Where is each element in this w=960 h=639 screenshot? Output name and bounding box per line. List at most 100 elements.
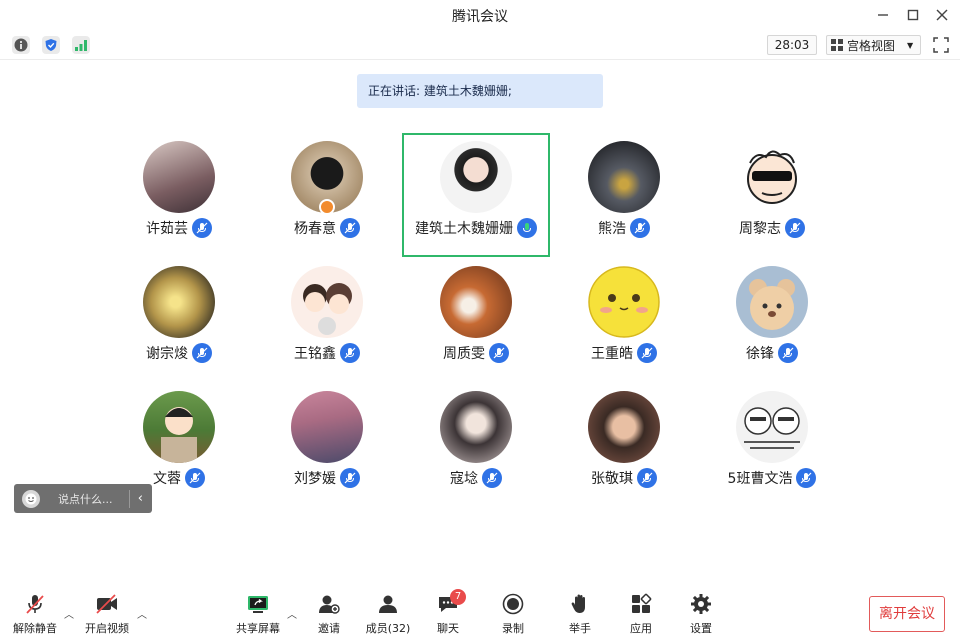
chat-label: 聊天 [437,622,459,635]
chevron-up-icon[interactable]: ︿ [137,606,147,621]
close-icon[interactable] [931,4,953,26]
fullscreen-icon[interactable] [932,36,950,54]
participant-tile[interactable]: 王铭鑫 [253,258,401,382]
participant-name: 建筑土木魏姗姗 [415,221,513,237]
avatar [291,391,363,463]
chat-placeholder[interactable]: 说点什么... [58,491,129,507]
meeting-window: 腾讯会议 28:03 宫格视图 ▼ 正在讲话: 建筑土木魏姗姗; 许茹芸 杨春意… [0,0,960,639]
participant-tile[interactable]: 杨春意 [253,133,401,257]
participant-name: 熊浩 [598,221,626,237]
participant-tile[interactable]: 周黎志 [698,133,846,257]
avatar [588,391,660,463]
participant-tile[interactable]: 谢宗焌 [105,258,253,382]
participant-tile-active-speaker[interactable]: 建筑土木魏姗姗 [402,133,550,257]
mic-muted-icon [192,343,212,363]
participant-tile[interactable]: 张敬琪 [550,383,698,507]
minimize-icon[interactable] [872,4,894,26]
mic-muted-icon [185,468,205,488]
participant-tile[interactable]: 许茹芸 [105,133,253,257]
speaking-banner: 正在讲话: 建筑土木魏姗姗; [357,74,603,108]
participant-tile[interactable]: 周质雯 [402,258,550,382]
info-icon[interactable] [12,36,30,54]
signal-icon[interactable] [72,36,90,54]
mic-off-icon [22,592,48,615]
share-screen-label: 共享屏幕 [236,622,280,635]
participant-name: 杨春意 [294,221,336,237]
participant-name: 谢宗焌 [146,346,188,362]
avatar [143,266,215,338]
participant-tile[interactable]: 寇埝 [402,383,550,507]
shield-icon[interactable] [42,36,60,54]
mic-muted-icon [340,218,360,238]
chevron-down-icon: ▼ [907,40,914,50]
record-button[interactable]: 录制 [485,592,541,636]
participant-tile[interactable]: 王重皓 [550,258,698,382]
gear-icon [688,592,714,615]
avatar [736,141,808,213]
avatar [736,266,808,338]
start-video-button[interactable]: 开启视频 [79,592,135,636]
mic-muted-icon [340,343,360,363]
participant-name: 张敬琪 [591,471,633,487]
participant-name: 刘梦媛 [294,471,336,487]
avatar [143,391,215,463]
unmute-button[interactable]: 解除静音 [7,592,63,636]
host-badge-icon [319,199,335,215]
chat-quick-input[interactable]: 说点什么... ‹ [14,484,152,513]
window-title: 腾讯会议 [452,9,508,25]
avatar [143,141,215,213]
apps-button[interactable]: 应用 [613,592,669,636]
top-toolbar: 28:03 宫格视图 ▼ [0,30,960,60]
mic-active-icon [517,218,537,238]
members-button[interactable]: 成员(32) [360,592,416,636]
camera-off-icon [94,592,120,615]
unread-badge: 7 [450,589,466,605]
avatar [291,266,363,338]
title-bar: 腾讯会议 [0,0,960,30]
view-mode-label: 宫格视图 [847,38,896,53]
mic-muted-icon [482,468,502,488]
participant-tile[interactable]: 刘梦媛 [253,383,401,507]
participant-tile[interactable]: 熊浩 [550,133,698,257]
start-video-label: 开启视频 [85,622,129,635]
mic-muted-icon [489,343,509,363]
raise-hand-button[interactable]: 举手 [552,592,608,636]
chevron-up-icon[interactable]: ︿ [64,606,74,621]
participant-name: 周质雯 [443,346,485,362]
participant-name: 5班曹文浩 [727,471,793,487]
divider [128,489,130,508]
mic-muted-icon [192,218,212,238]
participant-name: 文蓉 [153,471,181,487]
raise-hand-label: 举手 [569,622,591,635]
participant-name: 王铭鑫 [294,346,336,362]
mic-muted-icon [340,468,360,488]
leave-meeting-button[interactable]: 离开会议 [869,596,945,632]
avatar [588,141,660,213]
mic-muted-icon [778,343,798,363]
members-icon [375,592,401,615]
collapse-chevron-icon[interactable]: ‹ [138,491,143,506]
mic-muted-icon [637,343,657,363]
avatar [440,266,512,338]
invite-icon [316,592,342,615]
invite-button[interactable]: 邀请 [301,592,357,636]
chevron-up-icon[interactable]: ︿ [287,606,297,621]
hand-icon [567,592,593,615]
avatar [440,391,512,463]
participant-tile[interactable]: 5班曹文浩 [698,383,846,507]
mic-muted-icon [785,218,805,238]
share-screen-button[interactable]: 共享屏幕 [230,592,286,636]
maximize-icon[interactable] [902,4,924,26]
members-label: 成员(32) [365,622,411,635]
emoji-icon[interactable] [22,489,40,508]
mic-muted-icon [637,468,657,488]
chat-button[interactable]: 聊天 [420,592,476,636]
settings-button[interactable]: 设置 [673,592,729,636]
view-mode-select[interactable]: 宫格视图 ▼ [826,35,921,55]
apps-label: 应用 [630,622,652,635]
record-label: 录制 [502,622,524,635]
grid-view-icon [831,39,843,51]
share-screen-icon [245,592,271,615]
participant-tile[interactable]: 徐锋 [698,258,846,382]
meeting-timer: 28:03 [767,35,817,55]
